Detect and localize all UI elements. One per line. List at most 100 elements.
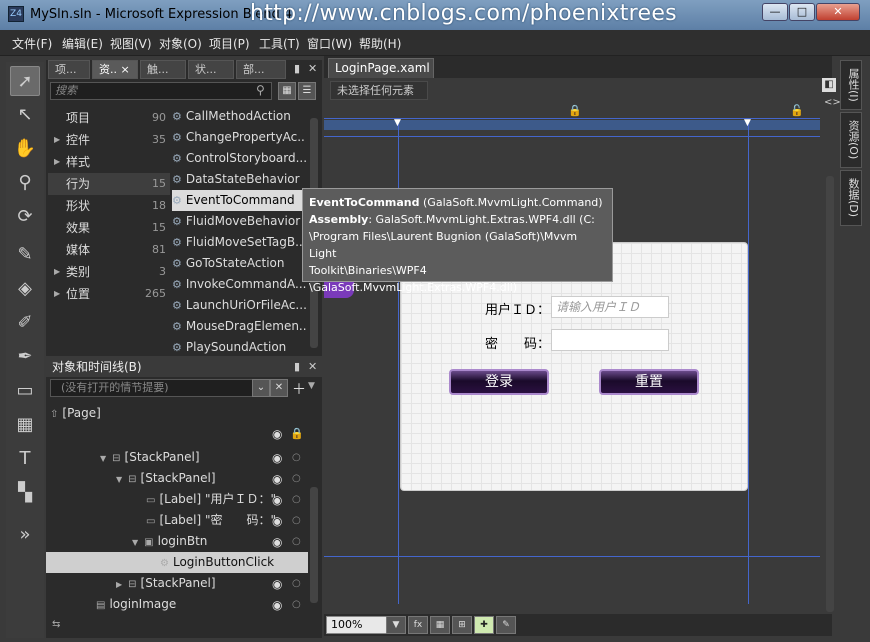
eye-icon[interactable]: ◉ xyxy=(272,514,282,528)
tree-node[interactable]: ▤ loginImage ◉ ○ xyxy=(46,594,308,615)
asset-search-input[interactable]: 搜索 xyxy=(50,82,272,100)
view-mode-icon[interactable]: ◧ xyxy=(822,78,836,92)
behavior-item[interactable]: ⚙ DataStateBehavior xyxy=(172,169,306,190)
effects-toggle-icon[interactable]: fx xyxy=(408,616,428,634)
behavior-item[interactable]: ⚙ FluidMoveSetTagB... xyxy=(172,232,306,253)
behavior-item[interactable]: ⚙ ChangePropertyAc... xyxy=(172,127,306,148)
eye-icon[interactable]: ◉ xyxy=(272,493,282,507)
behavior-item[interactable]: ⚙ GoToStateAction xyxy=(172,253,306,274)
tab-resources[interactable]: 资源(O) xyxy=(840,112,862,168)
chevron-down-icon[interactable]: ▼ xyxy=(308,381,315,391)
behavior-item[interactable]: ⚙ InvokeCommandA... xyxy=(172,274,306,295)
menu-file[interactable]: 文件(F) xyxy=(12,35,52,52)
reset-button[interactable]: 重置 xyxy=(599,369,699,395)
chevron-down-icon[interactable]: ▼ xyxy=(386,616,406,634)
unlock-icon[interactable]: 🔓 xyxy=(790,104,804,117)
code-view-icon[interactable]: <> xyxy=(824,97,841,108)
eye-icon[interactable]: ◉ xyxy=(272,451,282,465)
login-button[interactable]: 登录 xyxy=(449,369,549,395)
close-button[interactable]: ✕ xyxy=(816,3,860,21)
menu-project[interactable]: 项目(P) xyxy=(209,35,250,52)
chevron-down-icon[interactable]: ▼ xyxy=(116,475,122,484)
pan-tool-icon[interactable]: ✋ xyxy=(10,134,40,164)
eye-icon[interactable]: ◉ xyxy=(272,577,282,591)
zoom-tool-icon[interactable]: ⚲ xyxy=(10,168,40,198)
password-input[interactable] xyxy=(551,329,669,351)
direct-selection-tool-icon[interactable]: ↖ xyxy=(10,100,40,130)
assets-expand-icon[interactable]: » xyxy=(10,520,40,550)
menu-tools[interactable]: 工具(T) xyxy=(259,35,300,52)
tree-node[interactable]: ⇧ [Page] xyxy=(46,403,308,424)
category-effects[interactable]: 效果 15 xyxy=(48,217,170,239)
control-tool-icon[interactable]: ▚ xyxy=(10,478,40,508)
objects-panel-options-icon[interactable]: ⇆ xyxy=(52,619,60,630)
menu-window[interactable]: 窗口(W) xyxy=(307,35,352,52)
tree-node[interactable]: ▼ ⊟ [StackPanel] ◉ ○ xyxy=(46,447,308,468)
pin-icon[interactable]: ▮ xyxy=(294,62,300,75)
object-tree-scrollbar[interactable] xyxy=(310,487,318,603)
tab-assets[interactable]: 资.. × xyxy=(92,60,138,79)
grid-tool-icon[interactable]: ▦ xyxy=(10,410,40,440)
tree-node[interactable]: ▭ [Label] "用户ＩＤ：" ◉ ○ xyxy=(46,489,308,510)
tree-node[interactable]: ▼ ▣ loginBtn ◉ ○ xyxy=(46,531,308,552)
artboard-vertical-scrollbar[interactable] xyxy=(826,176,834,612)
rectangle-tool-icon[interactable]: ▭ xyxy=(10,376,40,406)
lock-toggle-icon[interactable]: ○ xyxy=(292,599,301,610)
tab-parts[interactable]: 部... xyxy=(236,60,286,79)
tree-node[interactable]: ▭ [Label] "密 码：" ◉ ○ xyxy=(46,510,308,531)
pen-tool-icon[interactable]: ✒ xyxy=(10,342,40,372)
tree-node[interactable]: ▶ ⊟ [StackPanel] ◉ ○ xyxy=(46,573,308,594)
behavior-item[interactable]: ⚙ ControlStoryboard... xyxy=(172,148,306,169)
selection-tool-icon[interactable]: ➚ xyxy=(10,66,40,96)
brush-transform-tool-icon[interactable]: ✐ xyxy=(10,308,40,338)
close-icon[interactable]: ✕ xyxy=(308,62,317,75)
pin-icon[interactable]: ▮ xyxy=(294,360,300,373)
category-locations[interactable]: ▶ 位置 265 xyxy=(48,283,170,305)
close-icon[interactable]: × xyxy=(121,63,130,76)
minimize-button[interactable]: — xyxy=(762,3,788,21)
behavior-item[interactable]: ⚙ FluidMoveBehavior xyxy=(172,211,306,232)
close-icon[interactable]: ✕ xyxy=(308,360,317,373)
column-marker-icon[interactable]: ▼ xyxy=(744,118,751,128)
lock-toggle-icon[interactable]: ○ xyxy=(292,578,301,589)
artboard[interactable]: ▼ ▼ 🔒 🔓 用户ＩＤ： 请输入用户ＩＤ 密 码： 登录 重置 xyxy=(324,104,820,614)
chevron-down-icon[interactable]: ▼ xyxy=(100,454,106,463)
tab-triggers[interactable]: 触... xyxy=(140,60,186,79)
eye-icon[interactable]: ◉ xyxy=(272,472,282,486)
user-id-input[interactable]: 请输入用户ＩＤ xyxy=(551,296,669,318)
column-marker-icon[interactable]: ▼ xyxy=(394,118,401,128)
tab-properties[interactable]: 属性(I) xyxy=(840,60,862,110)
tree-node[interactable]: ⚙ LoginButtonClick xyxy=(46,552,308,573)
paint-bucket-tool-icon[interactable]: ◈ xyxy=(10,274,40,304)
behavior-item[interactable]: ⚙ CallMethodAction xyxy=(172,106,306,127)
lock-toggle-icon[interactable]: ○ xyxy=(292,452,301,463)
grid-view-button[interactable]: ▦ xyxy=(278,82,296,100)
menu-help[interactable]: 帮助(H) xyxy=(359,35,401,52)
menu-view[interactable]: 视图(V) xyxy=(110,35,152,52)
lock-toggle-icon[interactable]: ○ xyxy=(292,515,301,526)
category-styles[interactable]: ▶ 样式 xyxy=(48,151,170,173)
behavior-item[interactable]: ⚙ LaunchUriOrFileAc... xyxy=(172,295,306,316)
eye-icon[interactable]: ◉ xyxy=(272,598,282,612)
tab-projects[interactable]: 项... xyxy=(48,60,90,79)
close-storyboard-button[interactable]: ✕ xyxy=(270,379,288,397)
eye-icon[interactable]: ◉ xyxy=(272,535,282,549)
lock-toggle-icon[interactable]: ○ xyxy=(292,536,301,547)
menu-edit[interactable]: 编辑(E) xyxy=(62,35,103,52)
lock-icon[interactable]: 🔒 xyxy=(568,104,582,117)
category-behaviors[interactable]: 行为 15 xyxy=(48,173,170,195)
behavior-item[interactable]: ⚙ MouseDragElemen... xyxy=(172,316,306,337)
annotations-icon[interactable]: ✎ xyxy=(496,616,516,634)
behavior-item-event-to-command[interactable]: ⚙ EventToCommand xyxy=(172,190,306,211)
storyboard-picker[interactable]: (没有打开的情节提要) xyxy=(50,379,254,397)
snap-grid-icon[interactable]: ⊞ xyxy=(452,616,472,634)
category-categories[interactable]: ▶ 类别 3 xyxy=(48,261,170,283)
eye-icon[interactable]: ◉ xyxy=(272,427,282,441)
breadcrumb[interactable]: 未选择任何元素 xyxy=(330,81,428,100)
eyedropper-tool-icon[interactable]: ✎ xyxy=(10,240,40,270)
lock-toggle-icon[interactable]: ○ xyxy=(292,494,301,505)
snap-lines-icon[interactable]: ✚ xyxy=(474,616,494,634)
tab-data[interactable]: 数据(D) xyxy=(840,170,862,226)
behavior-item[interactable]: ⚙ PlaySoundAction xyxy=(172,337,306,358)
lock-toggle-icon[interactable]: ○ xyxy=(292,473,301,484)
